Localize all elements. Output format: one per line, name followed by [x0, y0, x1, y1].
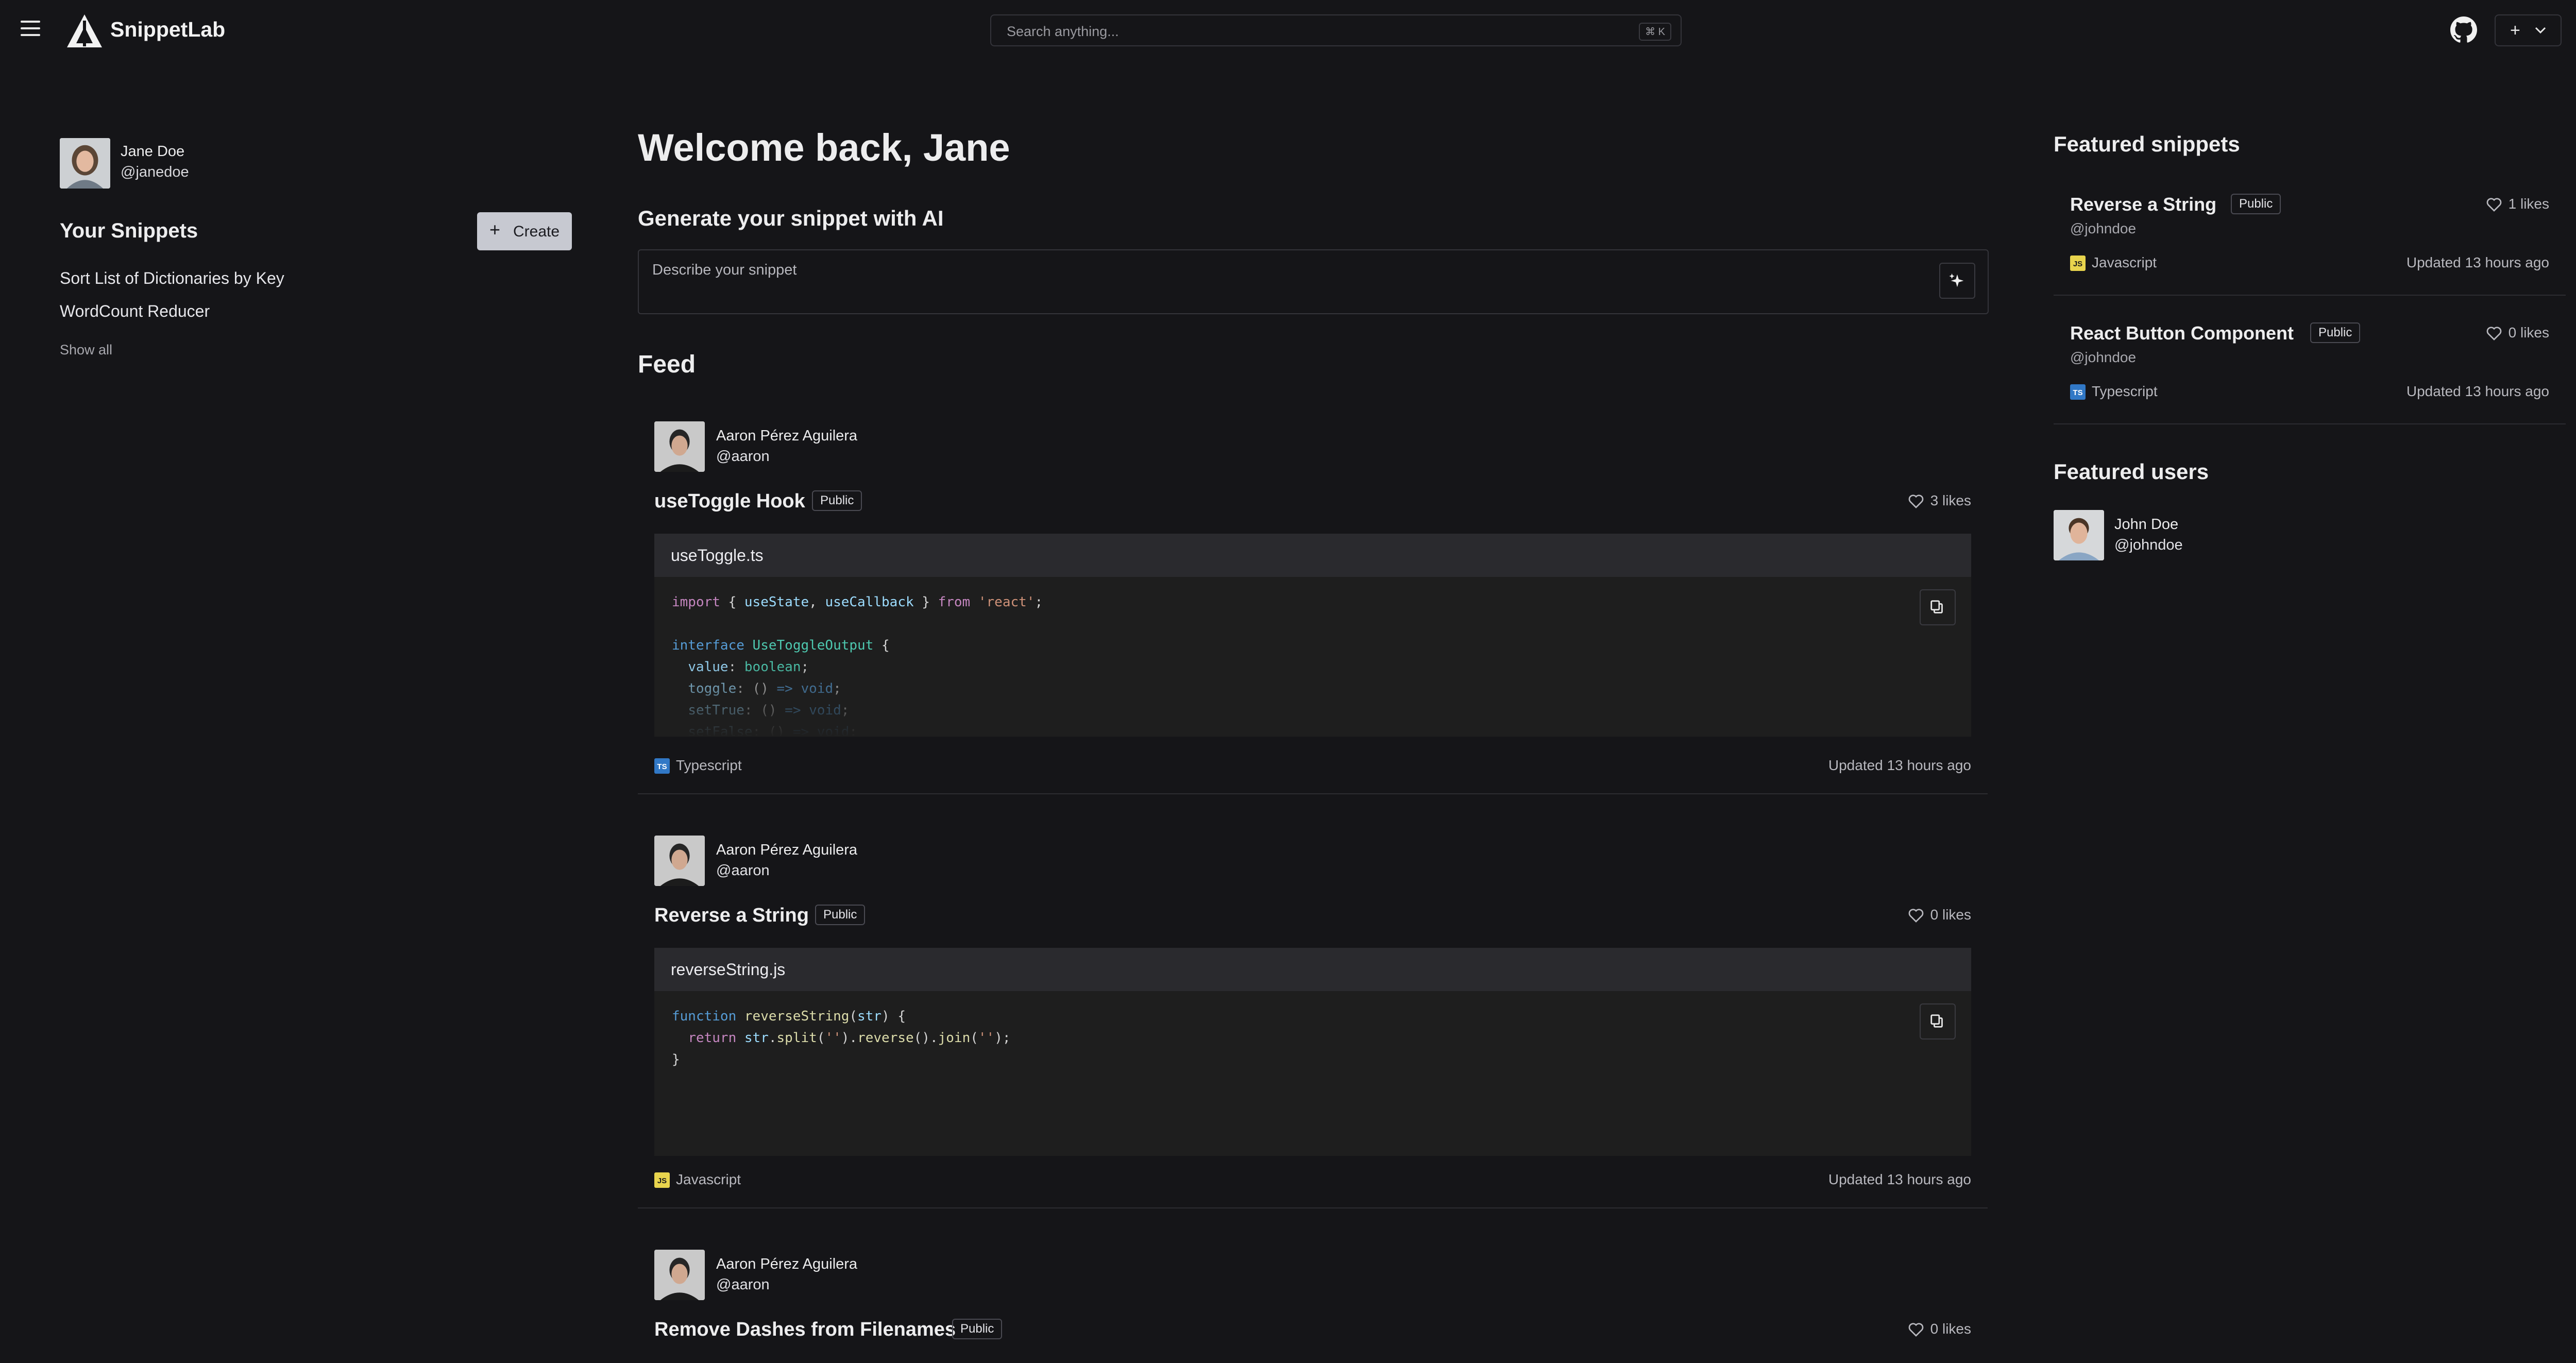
featured-snippets-heading: Featured snippets: [2054, 132, 2240, 156]
show-all-link[interactable]: Show all: [60, 342, 112, 358]
likes-count[interactable]: 1 likes: [2486, 196, 2549, 212]
visibility-badge: Public: [2231, 194, 2281, 214]
plus-icon: +: [489, 219, 501, 240]
likes-count[interactable]: 3 likes: [1908, 492, 1971, 509]
divider: [638, 793, 1988, 794]
sidebar-snippet-link[interactable]: Sort List of Dictionaries by Key: [60, 269, 284, 288]
visibility-badge: Public: [2310, 322, 2361, 343]
featured-users-heading: Featured users: [2054, 459, 2209, 484]
likes-count[interactable]: 0 likes: [1908, 907, 1971, 923]
divider: [638, 1207, 1988, 1208]
feed-post: Aaron Pérez Aguilera @aaron Remove Dashe…: [654, 1250, 1971, 1363]
new-menu-button[interactable]: +: [2495, 14, 2562, 46]
profile-avatar[interactable]: [60, 138, 110, 189]
featured-user-name[interactable]: John Doe: [2114, 516, 2178, 533]
language-label: Javascript: [676, 1171, 741, 1187]
updated-time: Updated 13 hours ago: [1828, 757, 1971, 773]
likes-count[interactable]: 0 likes: [2486, 325, 2549, 341]
search-placeholder: Search anything...: [1007, 24, 1119, 39]
ai-generate-heading: Generate your snippet with AI: [638, 206, 944, 230]
feed-post: Aaron Pérez Aguilera @aaron useToggle Ho…: [638, 421, 1988, 794]
typescript-icon: TS: [2070, 384, 2086, 400]
typescript-icon: TS: [654, 758, 670, 774]
language-label: Typescript: [2092, 383, 2158, 399]
visibility-badge: Public: [812, 490, 862, 511]
visibility-badge: Public: [815, 905, 866, 925]
file-tab: reverseString.js: [654, 948, 1971, 991]
heart-icon: [2486, 327, 2501, 340]
chevron-down-icon: [2535, 27, 2546, 34]
sparkle-icon: [1949, 273, 1964, 287]
copy-button[interactable]: [1920, 589, 1956, 625]
featured-user-avatar[interactable]: [2054, 510, 2104, 560]
snippet-title[interactable]: useToggle Hook: [654, 490, 805, 513]
brand-name[interactable]: SnippetLab: [110, 18, 225, 42]
file-name: reverseString.js: [671, 960, 786, 979]
heart-icon: [1908, 909, 1923, 923]
javascript-icon: JS: [2070, 255, 2086, 271]
updated-time: Updated 13 hours ago: [1828, 1171, 1971, 1187]
snippet-title[interactable]: Remove Dashes from Filenames: [654, 1319, 956, 1341]
copy-icon: [1930, 600, 1943, 614]
likes-label: 1 likes: [2508, 196, 2549, 212]
likes-label: 0 likes: [2508, 325, 2549, 340]
file-tab: useToggle.ts: [654, 534, 1971, 577]
ai-describe-placeholder: Describe your snippet: [652, 262, 797, 278]
copy-icon: [1930, 1014, 1943, 1028]
featured-user-handle[interactable]: @johndoe: [2114, 537, 2183, 554]
likes-label: 0 likes: [1930, 907, 1971, 923]
author-handle[interactable]: @aaron: [716, 448, 770, 465]
top-bar: SnippetLab Search anything... ⌘ K +: [0, 0, 2576, 62]
heart-icon: [1908, 495, 1923, 508]
updated-time: Updated 13 hours ago: [2406, 383, 2549, 399]
author-avatar[interactable]: [654, 836, 705, 886]
heart-icon: [2486, 198, 2501, 212]
sidebar-snippet-link[interactable]: WordCount Reducer: [60, 302, 210, 321]
author-name[interactable]: Aaron Pérez Aguilera: [716, 842, 857, 859]
likes-label: 3 likes: [1930, 492, 1971, 508]
visibility-badge: Public: [952, 1319, 1003, 1339]
ai-describe-input[interactable]: Describe your snippet: [638, 249, 1989, 314]
author-name[interactable]: Aaron Pérez Aguilera: [716, 428, 857, 445]
author-name[interactable]: Aaron Pérez Aguilera: [716, 1256, 857, 1273]
author-handle[interactable]: @aaron: [716, 1276, 770, 1293]
logo-icon[interactable]: [66, 13, 103, 48]
profile-handle: @janedoe: [121, 164, 189, 180]
profile-name: Jane Doe: [121, 143, 185, 160]
create-button[interactable]: + Create: [477, 212, 572, 250]
author-avatar[interactable]: [654, 1250, 705, 1300]
ai-generate-button[interactable]: [1939, 263, 1975, 299]
featured-snippet-author[interactable]: @johndoe: [2070, 349, 2136, 366]
code-block: function reverseString(str) { return str…: [654, 991, 1971, 1156]
search-shortcut: ⌘ K: [1639, 23, 1671, 41]
feed-post: Aaron Pérez Aguilera @aaron Reverse a St…: [638, 836, 1988, 1208]
feed-heading: Feed: [638, 351, 696, 378]
likes-label: 0 likes: [1930, 1321, 1971, 1337]
language-label: Typescript: [676, 757, 742, 773]
search-input[interactable]: Search anything... ⌘ K: [990, 14, 1682, 46]
divider: [2054, 295, 2566, 296]
javascript-icon: JS: [654, 1172, 670, 1188]
code-block: import { useState, useCallback } from 'r…: [654, 577, 1971, 737]
featured-snippet-author[interactable]: @johndoe: [2070, 220, 2136, 237]
create-button-label: Create: [513, 223, 560, 240]
copy-button[interactable]: [1920, 1003, 1956, 1040]
your-snippets-heading: Your Snippets: [60, 219, 198, 242]
snippet-title[interactable]: Reverse a String: [654, 905, 809, 927]
featured-snippet-title[interactable]: Reverse a String: [2070, 194, 2216, 215]
plus-icon: +: [2510, 21, 2520, 40]
author-handle[interactable]: @aaron: [716, 862, 770, 879]
code-fade: [654, 659, 1971, 737]
author-avatar[interactable]: [654, 421, 705, 472]
file-name: useToggle.ts: [671, 546, 764, 565]
updated-time: Updated 13 hours ago: [2406, 254, 2549, 270]
heart-icon: [1908, 1323, 1923, 1337]
github-icon[interactable]: [2450, 16, 2477, 43]
likes-count[interactable]: 0 likes: [1908, 1321, 1971, 1337]
language-label: Javascript: [2092, 254, 2157, 270]
divider: [2054, 423, 2566, 424]
featured-snippet-title[interactable]: React Button Component: [2070, 322, 2294, 344]
welcome-heading: Welcome back, Jane: [638, 126, 1010, 169]
menu-icon[interactable]: [21, 21, 40, 36]
